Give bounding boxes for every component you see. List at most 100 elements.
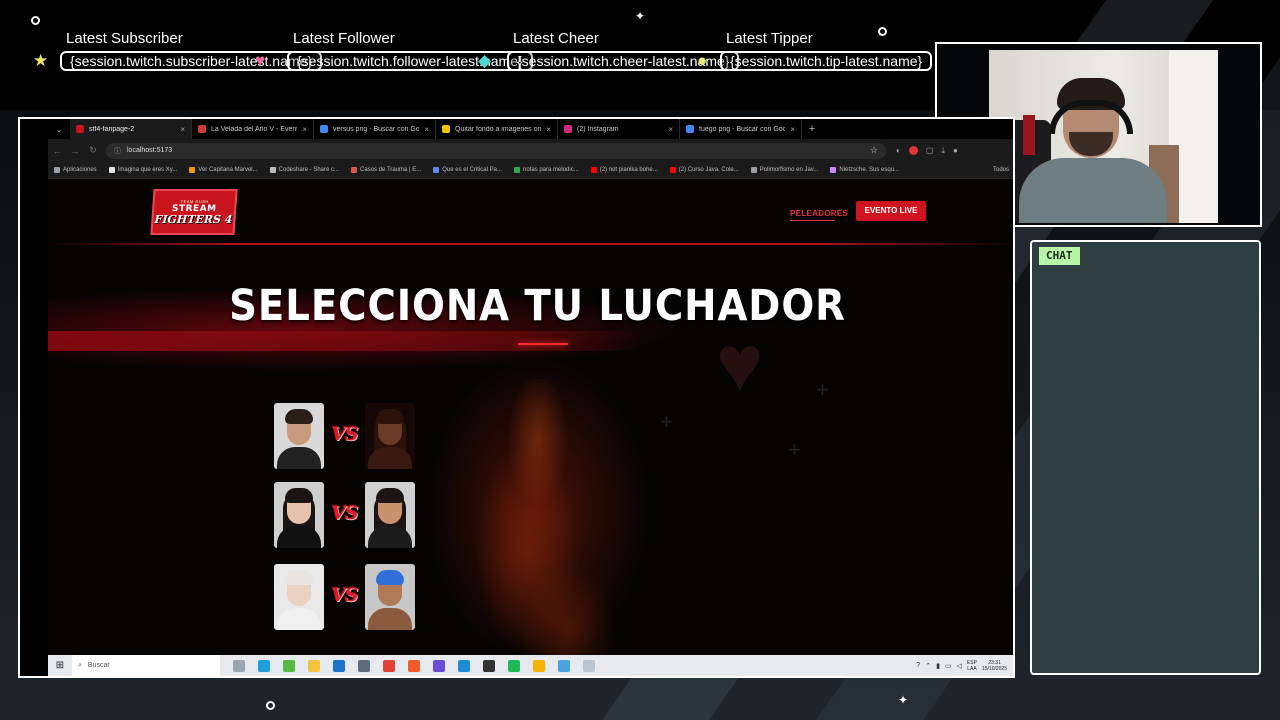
fighter-portrait[interactable] xyxy=(365,564,415,630)
profile-icon[interactable]: ● xyxy=(953,146,958,156)
bookmark-label: (2) not pianika bohe... xyxy=(599,167,658,173)
bookmark-favicon-icon xyxy=(269,167,276,173)
outlook-icon[interactable] xyxy=(333,659,345,672)
matchup-card[interactable]: VS xyxy=(274,403,416,469)
volume-icon[interactable]: ◁ xyxy=(957,662,962,670)
title-red-band xyxy=(48,331,643,351)
browser-tab[interactable]: versus png - Buscar con Google × xyxy=(314,119,436,139)
bookmark-item[interactable]: (2) Curso Java. Cole... xyxy=(669,167,739,173)
bookmark-favicon-icon xyxy=(433,167,440,173)
plus-decoration-icon: + xyxy=(788,437,801,462)
browser-tab[interactable]: Quitar fondo a imagenes onlin × xyxy=(436,119,558,139)
bookmark-item[interactable]: Que es el Critical Pa... xyxy=(433,167,502,173)
extension-red-icon[interactable] xyxy=(908,145,918,155)
vs-label: VS xyxy=(331,502,358,524)
title-accent-line xyxy=(518,343,568,345)
fighter-portrait[interactable] xyxy=(274,403,324,469)
bookmark-item[interactable]: notas para melodic... xyxy=(514,167,579,173)
bookmark-item[interactable]: Casos de Trauma | E... xyxy=(351,167,421,173)
app-gray-icon[interactable] xyxy=(358,659,370,672)
tab-title: Quitar fondo a imagenes onlin xyxy=(455,125,542,133)
bookmark-item[interactable]: Imagina que eres Xy... xyxy=(108,167,177,173)
bookmark-label: Casos de Trauma | E... xyxy=(360,167,422,173)
bookmark-item[interactable]: Aplicaciones xyxy=(54,167,97,173)
battery-icon[interactable]: ▮ xyxy=(936,662,940,670)
tray-chevron-icon[interactable]: ⌃ xyxy=(925,662,931,670)
address-url: localhost:5173 xyxy=(127,147,173,154)
site-info-icon[interactable]: ⓘ xyxy=(114,146,121,156)
bookmark-item[interactable]: Codeshare - Share c... xyxy=(269,167,339,173)
nav-active-underline xyxy=(790,220,835,221)
tab-close-icon[interactable]: × xyxy=(546,125,551,134)
matchup-card[interactable]: VS xyxy=(274,564,416,630)
browser-tab[interactable]: (2) Instagram × xyxy=(558,119,680,139)
bookmark-item[interactable]: Ver Capitana Marvel... xyxy=(189,167,258,173)
webcam-chair-accent xyxy=(1023,115,1035,155)
chrome-icon[interactable] xyxy=(383,659,395,672)
fighter-hair xyxy=(285,409,313,424)
bookmark-item[interactable]: Nietzsche. Sus esqu... xyxy=(830,167,899,173)
reload-icon[interactable]: ↻ xyxy=(84,145,102,156)
windows-start-icon[interactable]: ⊞ xyxy=(48,660,72,671)
bookmark-item[interactable]: Polimorfismo en Jav... xyxy=(750,167,818,173)
tab-close-icon[interactable]: × xyxy=(668,125,673,134)
network-icon[interactable]: ▭ xyxy=(945,662,952,670)
vscode-icon[interactable] xyxy=(458,659,470,672)
help-icon[interactable]: ? xyxy=(916,662,920,669)
app-dark-icon[interactable] xyxy=(483,659,495,672)
webcam-feed xyxy=(989,50,1218,223)
fighter-portrait[interactable] xyxy=(274,564,324,630)
file-explorer-icon[interactable] xyxy=(308,659,320,672)
spotify-icon[interactable] xyxy=(508,659,520,672)
sparkle-icon: ✦ xyxy=(635,9,646,23)
edge-icon[interactable] xyxy=(258,659,270,672)
tab-close-icon[interactable]: × xyxy=(180,125,185,134)
system-clock[interactable]: 23:31 15/10/2025 xyxy=(982,660,1007,672)
extension-icon[interactable]: ◐ xyxy=(896,146,901,156)
address-bar[interactable]: ⓘ localhost:5173 ☆ xyxy=(106,142,886,159)
event-latest-cheer: Latest Cheer {session.twitch.cheer-lates… xyxy=(507,30,740,71)
bookmark-star-icon[interactable]: ☆ xyxy=(870,145,878,156)
app-light-icon[interactable] xyxy=(583,659,595,672)
brave-icon[interactable] xyxy=(408,659,420,672)
event-latest-tipper: Latest Tipper {session.twitch.tip-latest… xyxy=(720,30,933,71)
tab-search-icon[interactable]: ⌄ xyxy=(48,125,70,134)
all-bookmarks-label: Todos xyxy=(992,167,1009,173)
browser-tab[interactable]: fuego png - Buscar con Google × xyxy=(680,119,802,139)
back-icon[interactable]: ← xyxy=(48,146,66,156)
stream-fighters-logo[interactable]: TEAM RUSH STREAM FIGHTERS 4 xyxy=(150,189,238,235)
app-green-icon[interactable] xyxy=(283,659,295,672)
fighter-portrait[interactable] xyxy=(365,403,415,469)
plus-decoration-icon: + xyxy=(828,297,841,322)
browser-tab[interactable]: La Velada del Año V - Evento d × xyxy=(192,119,314,139)
app-purple-icon[interactable] xyxy=(433,659,445,672)
logo-top-text: STREAM xyxy=(171,203,217,214)
puzzle-icon[interactable]: ▢ xyxy=(926,146,934,156)
tab-close-icon[interactable]: × xyxy=(424,125,429,134)
tab-title: versus png - Buscar con Google xyxy=(333,125,419,133)
fighter-portrait[interactable] xyxy=(365,482,415,548)
tab-close-icon[interactable]: × xyxy=(302,125,307,134)
fighter-body xyxy=(368,526,412,548)
app-blue-icon[interactable] xyxy=(558,659,570,672)
nav-peleadores-link[interactable]: PELEADORES xyxy=(790,209,848,218)
evento-live-button[interactable]: EVENTO LIVE xyxy=(856,201,926,221)
tab-close-icon[interactable]: × xyxy=(790,125,795,134)
coin-icon: ● xyxy=(697,51,708,70)
drive-icon[interactable] xyxy=(533,659,545,672)
browser-tab[interactable]: stf4-fanpage-2 × xyxy=(70,119,192,139)
bookmark-item[interactable]: (2) not pianika bohe... xyxy=(590,167,658,173)
matchup-card[interactable]: VS xyxy=(274,482,416,548)
forward-icon[interactable]: → xyxy=(66,146,84,156)
taskbar-search[interactable]: ⌕ Buscar xyxy=(72,655,220,676)
all-bookmarks-folder[interactable]: Todos xyxy=(992,167,1013,173)
fighter-body xyxy=(277,447,321,469)
new-tab-button[interactable]: + xyxy=(802,123,822,135)
bookmark-favicon-icon xyxy=(351,167,358,173)
bookmark-favicon-icon xyxy=(108,167,115,173)
bookmark-label: Que es el Critical Pa... xyxy=(442,167,502,173)
task-view-icon[interactable] xyxy=(233,659,245,672)
download-icon[interactable]: ⤓ xyxy=(941,146,945,156)
language-indicator[interactable]: ESP LAA xyxy=(967,660,977,672)
fighter-portrait[interactable] xyxy=(274,482,324,548)
